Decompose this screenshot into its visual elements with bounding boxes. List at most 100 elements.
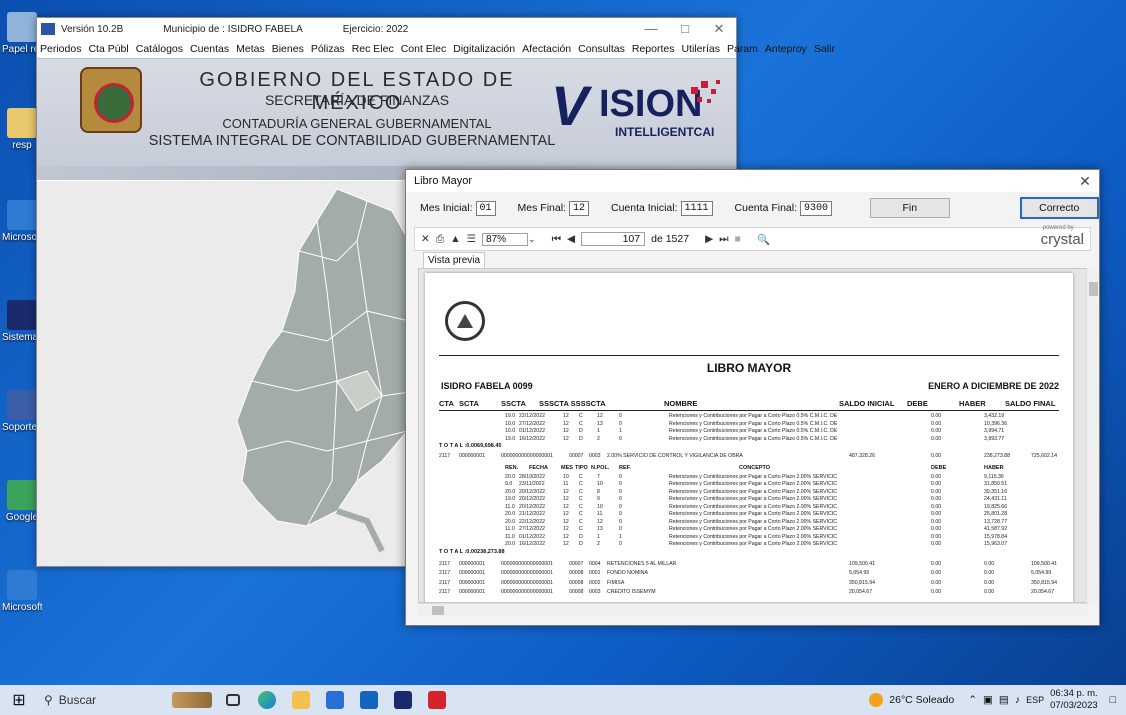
table-cell: 10.0	[505, 420, 516, 427]
table-cell: 20.0	[505, 488, 516, 495]
page-number-field[interactable]: 107	[581, 232, 646, 246]
chevron-up-icon[interactable]: ⌃	[968, 694, 977, 706]
search-box[interactable]: ⚲ Buscar	[38, 685, 168, 715]
menu-item[interactable]: Catálogos	[136, 43, 183, 55]
export-icon[interactable]: ▲	[450, 233, 460, 245]
table-cell: 21/12/2022	[519, 511, 545, 517]
table-cell: 350,815.94	[849, 579, 875, 586]
menu-item[interactable]: Cuentas	[190, 43, 229, 55]
table-cell: 350,815.94	[1031, 579, 1057, 586]
close-report-icon[interactable]: ✕	[421, 233, 430, 245]
language-label[interactable]: ESP	[1026, 695, 1044, 705]
close-button[interactable]: ✕	[1071, 173, 1099, 190]
table-cell: 0	[619, 413, 622, 419]
mes-final-field[interactable]: 12	[568, 200, 589, 216]
table-cell: Retenciones y Contribuciones por Pagar a…	[669, 481, 838, 487]
desktop-icon[interactable]: Microsoft Edge	[2, 570, 42, 613]
menu-item[interactable]: Bienes	[272, 43, 304, 55]
table-cell: 9,115.36	[984, 473, 1004, 480]
table-cell: 7	[597, 473, 600, 480]
menu-item[interactable]: Metas	[236, 43, 265, 55]
task-view-icon[interactable]	[216, 685, 250, 715]
column-header: CONCEPTO	[739, 464, 771, 471]
windows-start-icon[interactable]: ⊞	[0, 690, 38, 710]
table-cell: 12	[563, 435, 569, 442]
table-cell: 19.0	[505, 435, 516, 442]
recycle-bin-icon	[7, 12, 37, 42]
menu-item[interactable]: Rec Elec	[352, 43, 394, 55]
table-cell: 25,801.28	[984, 511, 1008, 517]
stop-icon[interactable]: ■	[735, 233, 741, 245]
table-cell: 10	[597, 503, 603, 510]
menu-item[interactable]: Cont Elec	[401, 43, 447, 55]
mail-icon[interactable]	[352, 685, 386, 715]
table-cell: 0.00	[931, 533, 942, 540]
file-explorer-icon[interactable]	[284, 685, 318, 715]
edge-icon	[7, 200, 37, 230]
table-cell: 19.0	[505, 413, 516, 419]
chevron-down-icon[interactable]: ⌄	[528, 234, 536, 245]
print-icon[interactable]: ⎙	[436, 233, 444, 246]
minimize-button[interactable]: —	[634, 21, 668, 37]
table-row: 10.0 27/12/2022 12 C 13 0 Retenciones y Contri…	[439, 421, 1059, 429]
menu-item[interactable]: Consultas	[578, 43, 625, 55]
menu-item[interactable]: Anteproy	[765, 43, 807, 55]
fin-button[interactable]: Fin	[870, 198, 950, 218]
cuenta-inicial-field[interactable]: 1111	[680, 200, 713, 216]
news-widget-icon[interactable]	[168, 685, 216, 715]
table-cell: 000000000000000001	[501, 589, 553, 595]
close-button[interactable]: ✕	[702, 21, 736, 37]
correcto-button[interactable]: Correcto	[1019, 197, 1099, 219]
network-icon[interactable]: ▣	[983, 694, 993, 706]
clock[interactable]: 06:34 p. m. 07/03/2023	[1050, 688, 1098, 712]
speaker-icon[interactable]: ♪	[1015, 694, 1020, 706]
menu-item[interactable]: Utilerías	[681, 43, 720, 55]
menu-item[interactable]: Afectación	[522, 43, 571, 55]
menu-item[interactable]: Digitalización	[453, 43, 515, 55]
maximize-button[interactable]: □	[668, 21, 702, 37]
table-cell: C	[579, 413, 583, 419]
red-app-icon[interactable]	[420, 685, 454, 715]
vision-app-icon[interactable]	[386, 685, 420, 715]
previous-page-icon[interactable]: ◀	[567, 233, 575, 245]
store-icon[interactable]	[318, 685, 352, 715]
notifications-icon[interactable]: □	[1110, 694, 1116, 706]
menu-item[interactable]: Param	[727, 43, 758, 55]
cuenta-final-field[interactable]: 9300	[800, 200, 833, 216]
weather-icon[interactable]	[869, 693, 884, 707]
search-icon[interactable]: 🔍	[757, 233, 770, 246]
table-cell: 15,978.84	[984, 533, 1008, 540]
table-cell: 2117	[439, 589, 451, 595]
vertical-scrollbar[interactable]	[1086, 268, 1099, 603]
menu-item[interactable]: Cta Públ	[88, 43, 128, 55]
table-cell: 00007	[569, 453, 584, 459]
municipality-logo-icon	[445, 301, 485, 341]
edge-icon[interactable]	[250, 685, 284, 715]
zoom-select[interactable]: 87%	[482, 232, 529, 246]
table-cell: 12	[563, 503, 569, 510]
horizontal-scrollbar[interactable]	[418, 603, 1088, 616]
table-cell: 0.00	[984, 589, 995, 595]
menu-item[interactable]: Salir	[814, 43, 835, 55]
tab-vista-previa[interactable]: Vista previa	[423, 252, 486, 268]
mes-inicial-field[interactable]: 01	[475, 200, 496, 216]
detail-header-row: REN. FECHA MES TIPO N.POL. REF. CONCEPTO DEBE HA…	[439, 465, 1059, 473]
display-icon[interactable]: ▤	[999, 694, 1009, 706]
table-cell: 0.00	[984, 570, 995, 576]
last-page-icon[interactable]: ⏭	[719, 233, 728, 246]
menu-item[interactable]: Pólizas	[311, 43, 345, 55]
table-cell: C	[579, 496, 583, 502]
menu-item[interactable]: Periodos	[40, 43, 81, 55]
next-page-icon[interactable]: ▶	[705, 233, 713, 245]
menu-item[interactable]: Reportes	[632, 43, 675, 55]
table-cell: 9.0	[505, 481, 513, 487]
table-cell: 11.0	[505, 503, 515, 510]
weather-label[interactable]: 26°C Soleado	[889, 694, 954, 706]
table-cell: 12	[563, 541, 569, 547]
group-tree-icon[interactable]: ☰	[467, 233, 476, 245]
table-cell: 000000001	[459, 579, 485, 586]
table-cell: 000000001	[459, 560, 485, 567]
first-page-icon[interactable]: ⏮	[552, 233, 561, 246]
table-cell: Retenciones y Contribuciones por Pagar a…	[669, 496, 838, 502]
table-cell: 0.00	[931, 541, 942, 547]
